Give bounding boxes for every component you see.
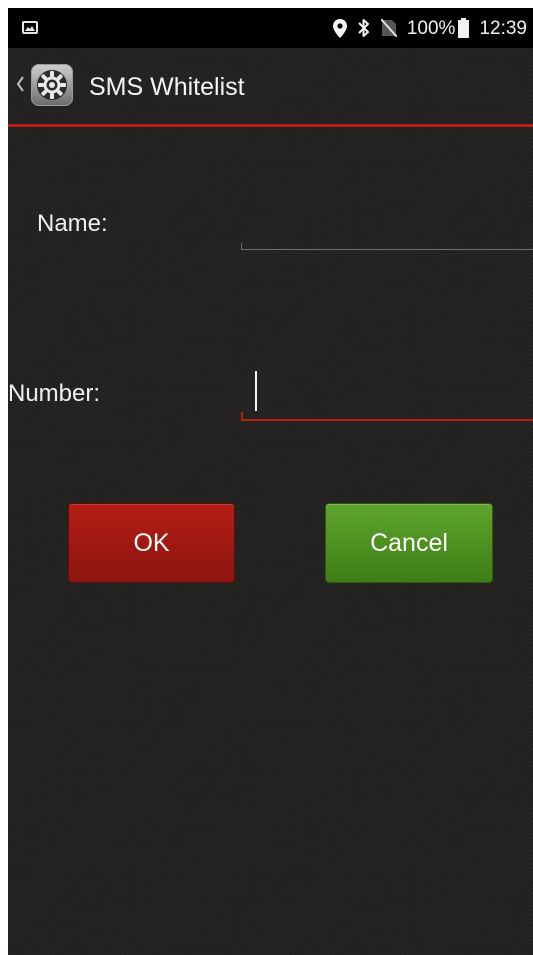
name-input[interactable] (241, 203, 533, 249)
name-input-underline (241, 249, 533, 250)
cancel-button[interactable]: Cancel (326, 504, 492, 582)
number-input-tick (241, 412, 243, 420)
ok-button[interactable]: OK (69, 504, 234, 582)
settings-gear-icon[interactable] (31, 64, 73, 106)
name-input-tick (241, 243, 242, 249)
status-bar: 100% 12:39 (8, 8, 533, 48)
location-icon (332, 18, 347, 38)
bluetooth-icon (357, 18, 371, 38)
no-sim-icon (380, 19, 397, 37)
screen: 100% 12:39 SMS Whitelist Name: Number: O… (8, 8, 533, 955)
title-divider (8, 124, 533, 127)
name-label: Name: (37, 210, 108, 237)
gallery-icon (22, 21, 38, 34)
status-icons: 100% 12:39 (332, 8, 527, 48)
battery-percent: 100% (406, 17, 456, 39)
battery-icon (458, 18, 470, 38)
clock: 12:39 (479, 17, 527, 39)
action-bar[interactable]: SMS Whitelist (8, 48, 533, 126)
battery-indicator: 100% (407, 18, 470, 38)
number-input[interactable] (241, 368, 533, 420)
number-input-underline (241, 419, 533, 421)
back-chevron-icon[interactable] (16, 76, 25, 92)
number-label: Number: (8, 380, 101, 407)
page-title: SMS Whitelist (89, 73, 245, 101)
text-cursor (255, 371, 257, 411)
